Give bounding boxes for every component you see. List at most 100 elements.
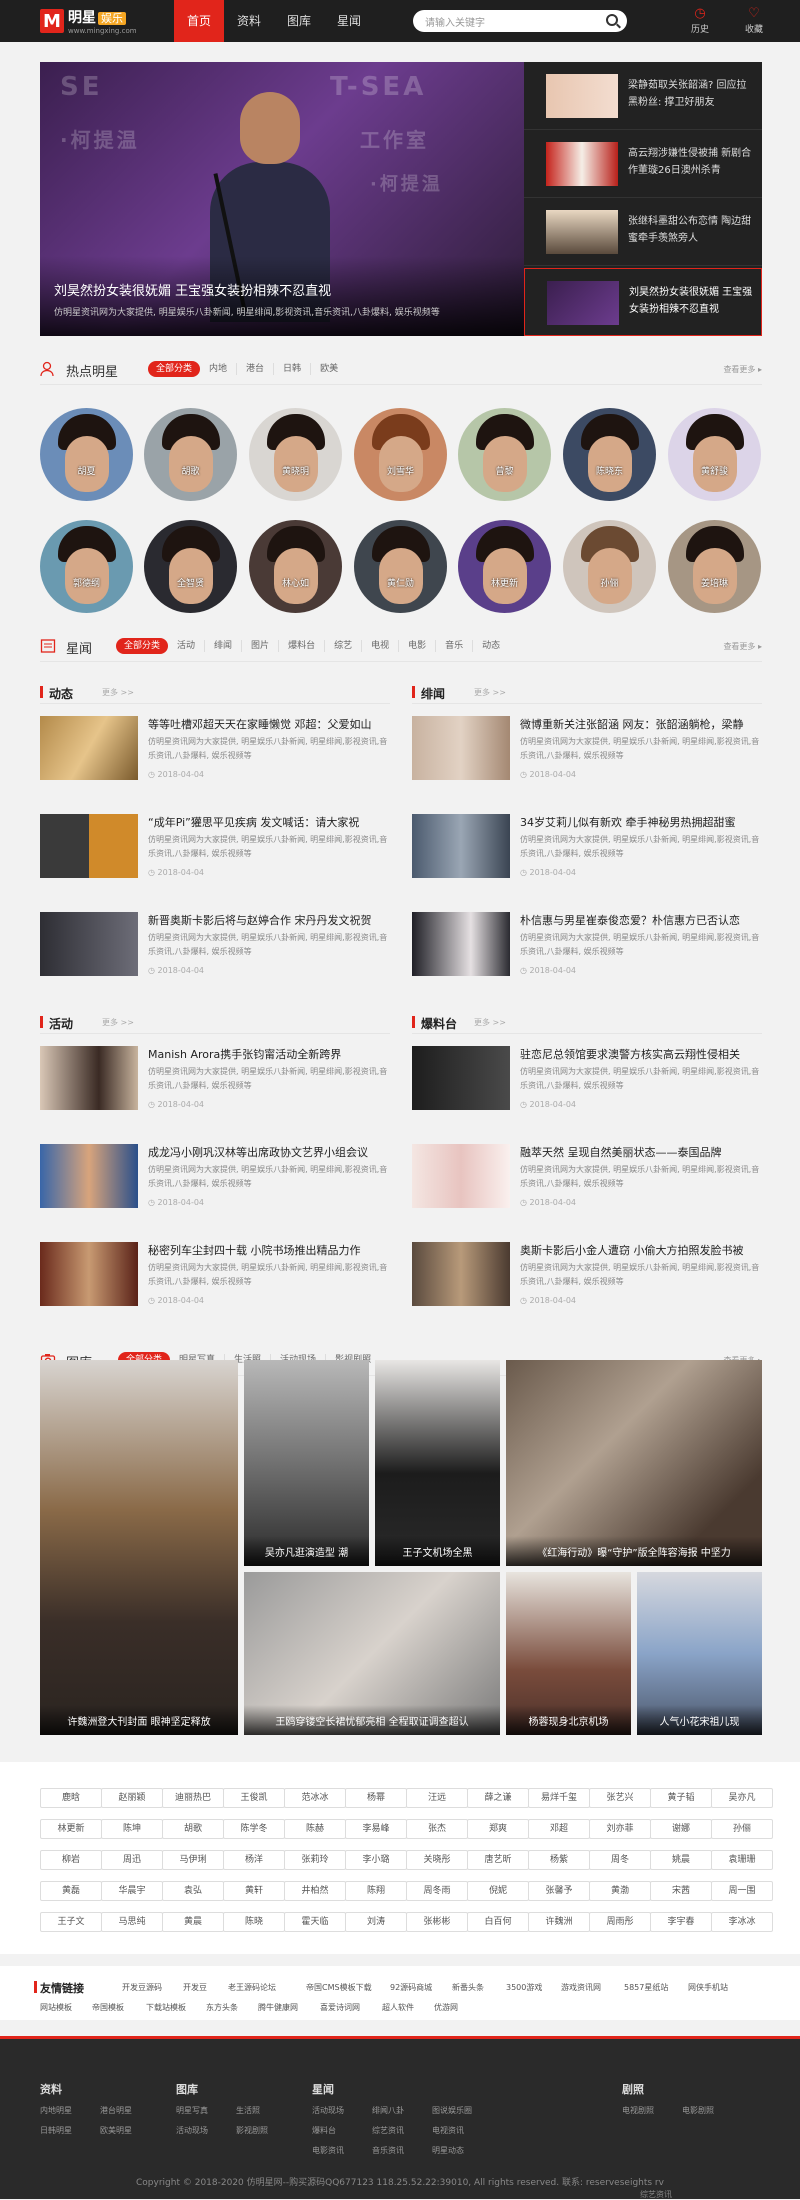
gallery-item[interactable]: 许魏洲登大刊封面 眼神坚定释放 xyxy=(40,1360,238,1735)
news-item[interactable]: 等等吐槽邓超天天在家睡懒觉 邓超：父爱如山 仿明星资讯网为大家提供, 明星娱乐八… xyxy=(40,716,390,788)
star-tag[interactable]: 刘涛 xyxy=(345,1912,407,1932)
star-avatar[interactable]: 曾黎 xyxy=(458,408,551,501)
footer-link[interactable]: 绯闻八卦 xyxy=(372,2105,404,2116)
star-avatar[interactable]: 胡歌 xyxy=(144,408,237,501)
footer-link[interactable]: 日韩明星 xyxy=(40,2125,72,2136)
hero-side-item[interactable]: 高云翔涉嫌性侵被捕 新剧合作董璇26日澳州杀青 xyxy=(524,130,762,198)
star-avatar[interactable]: 姜培琳 xyxy=(668,520,761,613)
star-tag[interactable]: 马思纯 xyxy=(101,1912,163,1932)
footer-link[interactable]: 电影剧照 xyxy=(682,2105,714,2116)
news-item[interactable]: Manish Arora携手张钧甯活动全新跨界 仿明星资讯网为大家提供, 明星娱… xyxy=(40,1046,390,1118)
hero-side-item[interactable]: 张继科墨甜公布恋情 陶边甜蜜牵手羡煞旁人 xyxy=(524,198,762,266)
footer-link[interactable]: 内地明星 xyxy=(40,2105,72,2116)
star-tag[interactable]: 袁弘 xyxy=(162,1881,224,1901)
star-tag[interactable]: 李小璐 xyxy=(345,1850,407,1870)
star-avatar[interactable]: 全智贤 xyxy=(144,520,237,613)
news-item[interactable]: 秘密列车尘封四十载 小院书场推出精品力作 仿明星资讯网为大家提供, 明星娱乐八卦… xyxy=(40,1242,390,1314)
star-tag[interactable]: 张彬彬 xyxy=(406,1912,468,1932)
star-tag[interactable]: 胡歌 xyxy=(162,1819,224,1839)
nav-gallery[interactable]: 图库 xyxy=(274,0,324,42)
star-tag[interactable]: 宋茜 xyxy=(650,1881,712,1901)
tab-gossip[interactable]: 绯闻 xyxy=(204,640,241,652)
star-tag[interactable]: 汪远 xyxy=(406,1788,468,1808)
star-tag[interactable]: 许魏洲 xyxy=(528,1912,590,1932)
tab-activity[interactable]: 活动 xyxy=(168,640,204,652)
star-tag[interactable]: 张莉玲 xyxy=(284,1850,346,1870)
footer-link[interactable]: 图说娱乐圈 xyxy=(432,2105,472,2116)
tab-tv[interactable]: 电视 xyxy=(361,640,398,652)
favorite-button[interactable]: ♡ 收藏 xyxy=(734,6,774,35)
more-link[interactable]: 查看更多 ▸ xyxy=(723,641,762,652)
tab-pictures[interactable]: 图片 xyxy=(241,640,278,652)
star-tag[interactable]: 霍天临 xyxy=(284,1912,346,1932)
search-icon[interactable] xyxy=(606,14,618,26)
more-link[interactable]: 更多 >> xyxy=(102,687,134,698)
star-tag[interactable]: 孙俪 xyxy=(711,1819,773,1839)
star-tag[interactable]: 杨洋 xyxy=(223,1850,285,1870)
star-tag[interactable]: 吴亦凡 xyxy=(711,1788,773,1808)
star-tag[interactable]: 王子文 xyxy=(40,1912,102,1932)
tab-west[interactable]: 欧美 xyxy=(310,363,347,375)
friend-link[interactable]: 喜爱诗词网 xyxy=(320,2002,360,2013)
search-input[interactable]: 请输入关键字 xyxy=(413,10,627,32)
news-item[interactable]: 新晋奥斯卡影后将与赵婷合作 宋丹丹发文祝贺 仿明星资讯网为大家提供, 明星娱乐八… xyxy=(40,912,390,984)
nav-home[interactable]: 首页 xyxy=(174,0,224,42)
footer-link[interactable]: 明星写真 xyxy=(176,2105,208,2116)
friend-link[interactable]: 92源码商城 xyxy=(390,1982,432,1993)
tab-updates[interactable]: 动态 xyxy=(472,640,509,652)
gallery-item[interactable]: 杨蓉现身北京机场 xyxy=(506,1572,631,1735)
star-tag[interactable]: 林更新 xyxy=(40,1819,102,1839)
star-tag[interactable]: 张艺兴 xyxy=(589,1788,651,1808)
news-item[interactable]: “成年Pi”獾思平见疾病 发文喊话：请大家祝 仿明星资讯网为大家提供, 明星娱乐… xyxy=(40,814,390,886)
hero-title[interactable]: 刘昊然扮女装很妩媚 王宝强女装扮相辣不忍直视 xyxy=(54,280,510,299)
friend-link[interactable]: 腾牛健康网 xyxy=(258,2002,298,2013)
gallery-item[interactable]: 王子文机场全黑 xyxy=(375,1360,500,1566)
star-avatar[interactable]: 黄仁勋 xyxy=(354,520,447,613)
gallery-item[interactable]: 人气小花宋祖儿现 xyxy=(637,1572,762,1735)
star-avatar[interactable]: 郭德纲 xyxy=(40,520,133,613)
gallery-item[interactable]: 《红海行动》曝“守护”版全阵容海报 中坚力 xyxy=(506,1360,762,1566)
star-tag[interactable]: 华晨宇 xyxy=(101,1881,163,1901)
star-tag[interactable]: 王俊凯 xyxy=(223,1788,285,1808)
star-tag[interactable]: 周冬 xyxy=(589,1850,651,1870)
friend-link[interactable]: 游戏资讯网 xyxy=(561,1982,601,1993)
friend-link[interactable]: 网侠手机站 xyxy=(688,1982,728,1993)
star-tag[interactable]: 周一围 xyxy=(711,1881,773,1901)
tab-all[interactable]: 全部分类 xyxy=(116,638,169,654)
tab-revelations[interactable]: 爆料台 xyxy=(278,640,324,652)
more-link[interactable]: 更多 >> xyxy=(102,1017,134,1028)
star-tag[interactable]: 唐艺昕 xyxy=(467,1850,529,1870)
star-tag[interactable]: 鹿晗 xyxy=(40,1788,102,1808)
tab-movie[interactable]: 电影 xyxy=(398,640,435,652)
tab-variety[interactable]: 综艺 xyxy=(324,640,361,652)
footer-link[interactable]: 欧美明星 xyxy=(100,2125,132,2136)
star-tag[interactable]: 黄晨 xyxy=(162,1912,224,1932)
gallery-item[interactable]: 王鸥穿镂空长裙忧郁亮相 全程取证调查超认 xyxy=(244,1572,500,1735)
star-tag[interactable]: 白百何 xyxy=(467,1912,529,1932)
nav-news[interactable]: 星闻 xyxy=(324,0,374,42)
tab-hk-tw[interactable]: 港台 xyxy=(236,363,273,375)
tab-music[interactable]: 音乐 xyxy=(435,640,472,652)
friend-link[interactable]: 新番头条 xyxy=(452,1982,484,1993)
star-tag[interactable]: 杨幂 xyxy=(345,1788,407,1808)
star-tag[interactable]: 张杰 xyxy=(406,1819,468,1839)
footer-link[interactable]: 明星动态 xyxy=(432,2145,464,2156)
footer-link[interactable]: 生活照 xyxy=(236,2105,260,2116)
star-tag[interactable]: 张馨予 xyxy=(528,1881,590,1901)
star-tag[interactable]: 袁珊珊 xyxy=(711,1850,773,1870)
star-tag[interactable]: 李冰冰 xyxy=(711,1912,773,1932)
star-tag[interactable]: 李易峰 xyxy=(345,1819,407,1839)
star-tag[interactable]: 赵丽颖 xyxy=(101,1788,163,1808)
hero-side-item-active[interactable]: 刘昊然扮女装很妩媚 王宝强女装扮相辣不忍直视 xyxy=(524,268,762,336)
star-tag[interactable]: 薛之谦 xyxy=(467,1788,529,1808)
news-item[interactable]: 成龙冯小刚巩汉林等出席政协文艺界小组会议 仿明星资讯网为大家提供, 明星娱乐八卦… xyxy=(40,1144,390,1216)
star-tag[interactable]: 井柏然 xyxy=(284,1881,346,1901)
star-avatar[interactable]: 黄晓明 xyxy=(249,408,342,501)
star-tag[interactable]: 陈坤 xyxy=(101,1819,163,1839)
star-tag[interactable]: 黄渤 xyxy=(589,1881,651,1901)
news-item[interactable]: 朴信惠与男星崔泰俊恋爱？朴信惠方已否认恋 仿明星资讯网为大家提供, 明星娱乐八卦… xyxy=(412,912,762,984)
more-link[interactable]: 查看更多 ▸ xyxy=(723,364,762,375)
tab-mainland[interactable]: 内地 xyxy=(200,363,236,375)
friend-link[interactable]: 网站模板 xyxy=(40,2002,72,2013)
star-tag[interactable]: 黄子韬 xyxy=(650,1788,712,1808)
